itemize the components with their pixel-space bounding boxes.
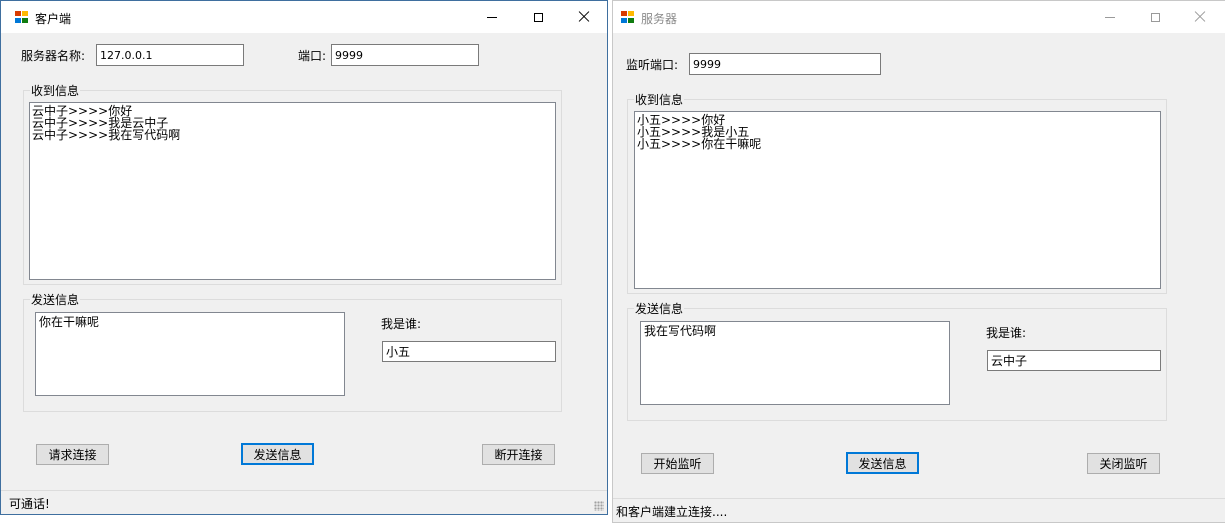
send-message-input[interactable]: 我在写代码啊 [640,321,950,405]
maximize-icon [533,12,543,22]
app-icon [15,11,29,24]
client-titlebar[interactable]: 客户端 [1,1,607,33]
message-line: 云中子>>>>我在写代码啊 [32,128,181,142]
close-icon [1194,11,1206,23]
minimize-button[interactable] [1087,1,1133,33]
send-group-title: 发送信息 [634,300,685,317]
close-button[interactable] [1177,1,1223,33]
send-message-input[interactable]: 你在干嘛呢 [35,312,345,396]
maximize-button[interactable] [515,1,561,33]
send-group-title: 发送信息 [30,291,81,308]
status-text: 可通话! [9,497,50,511]
maximize-icon [1150,12,1160,22]
whoami-label: 我是谁: [986,326,1027,340]
stop-listen-button[interactable]: 关闭监听 [1087,453,1160,474]
server-titlebar[interactable]: 服务器 [613,1,1225,33]
received-group-title: 收到信息 [30,82,81,99]
send-button[interactable]: 发送信息 [241,443,314,465]
server-window: 服务器 监听端口: 收到信息 小五>>>>你好 小五>>>>我是小五 小五>>>… [612,0,1225,523]
app-icon [621,11,635,24]
received-messages[interactable]: 小五>>>>你好 小五>>>>我是小五 小五>>>>你在干嘛呢 [634,111,1161,289]
server-name-input[interactable] [96,44,244,66]
minimize-button[interactable] [469,1,515,33]
start-listen-button[interactable]: 开始监听 [641,453,714,474]
message-line: 小五>>>>你在干嘛呢 [637,137,762,151]
status-bar: 可通话! [1,490,607,514]
minimize-icon [487,16,497,18]
received-group-title: 收到信息 [634,91,685,108]
port-label: 端口: [298,49,327,63]
close-icon [578,11,590,23]
server-name-label: 服务器名称: [21,49,86,63]
maximize-button[interactable] [1132,1,1178,33]
send-text: 我在写代码啊 [644,324,717,338]
received-messages[interactable]: 云中子>>>>你好 云中子>>>>我是云中子 云中子>>>>我在写代码啊 [29,102,556,280]
disconnect-button[interactable]: 断开连接 [482,444,555,465]
window-title: 客户端 [35,12,72,26]
whoami-input[interactable] [987,350,1161,371]
status-bar: 和客户端建立连接.... [613,498,1225,522]
connect-button[interactable]: 请求连接 [36,444,109,465]
close-button[interactable] [561,1,607,33]
minimize-icon [1105,16,1115,18]
listen-port-label: 监听端口: [626,58,679,72]
window-title: 服务器 [641,12,678,26]
listen-port-input[interactable] [689,53,881,75]
resize-grip-icon[interactable] [594,501,604,511]
status-text: 和客户端建立连接.... [616,505,728,519]
send-button[interactable]: 发送信息 [846,452,919,474]
port-input[interactable] [331,44,479,66]
send-text: 你在干嘛呢 [39,315,100,329]
whoami-input[interactable] [382,341,556,362]
client-window: 客户端 服务器名称: 端口: 收到信息 云中子>>>>你好 云中子>>>>我是云… [0,0,608,515]
whoami-label: 我是谁: [381,317,422,331]
